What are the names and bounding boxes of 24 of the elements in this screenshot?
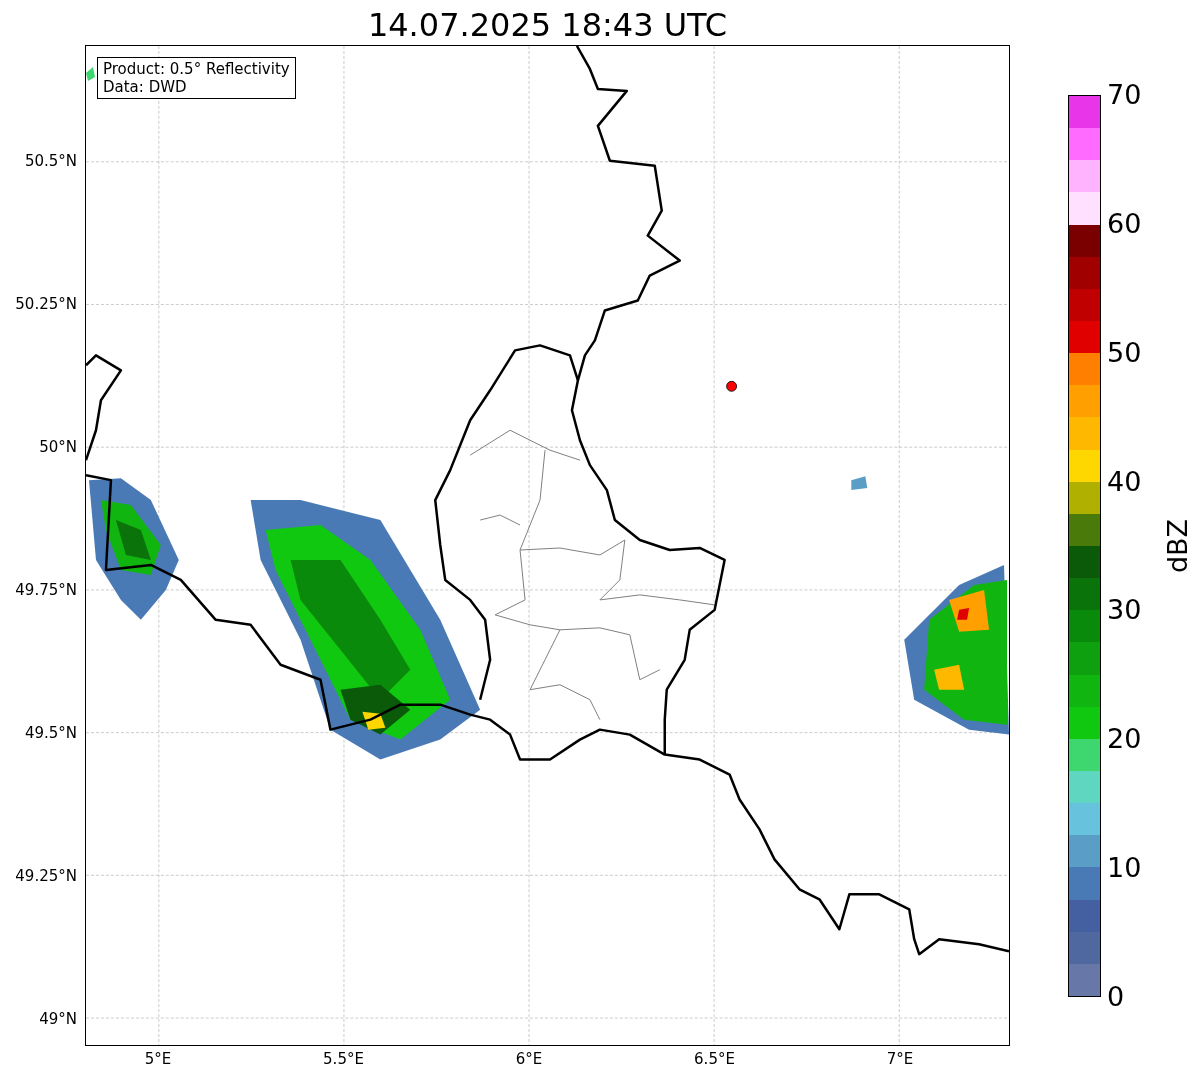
longitude-label: 6.5°E: [694, 1050, 735, 1068]
colorbar-tick-label: 60: [1107, 208, 1142, 239]
latitude-label: 49.75°N: [15, 581, 77, 599]
latitude-label: 49°N: [39, 1010, 77, 1028]
longitude-label: 5°E: [144, 1050, 172, 1068]
colorbar-tick-label: 10: [1107, 853, 1142, 884]
colorbar-tick-label: 0: [1107, 982, 1125, 1012]
colorbar-axis-label: dBZ: [1163, 518, 1194, 574]
colorbar-tick-label: 20: [1107, 724, 1142, 755]
latitude-label: 49.25°N: [15, 867, 77, 885]
latitude-label: 50.5°N: [24, 152, 77, 170]
longitude-label: 5.5°E: [323, 1050, 364, 1068]
info-text: Data: DWD: [103, 78, 188, 96]
latitude-label: 50.25°N: [15, 295, 77, 313]
longitude-label: 6°E: [515, 1050, 543, 1068]
latitude-label: 50°N: [39, 438, 77, 456]
colorbar-tick-label: 40: [1107, 466, 1142, 497]
latitude-label: 49.5°N: [24, 724, 77, 742]
colorbar-tick-label: 70: [1107, 80, 1142, 110]
longitude-label: 7°E: [886, 1050, 914, 1068]
info-text: Product: 0.5° Reflectivity: [103, 60, 290, 78]
colorbar-tick-label: 50: [1107, 337, 1142, 368]
colorbar-tick-label: 30: [1107, 595, 1142, 626]
chart-title: 14.07.2025 18:43 UTC: [367, 5, 728, 45]
